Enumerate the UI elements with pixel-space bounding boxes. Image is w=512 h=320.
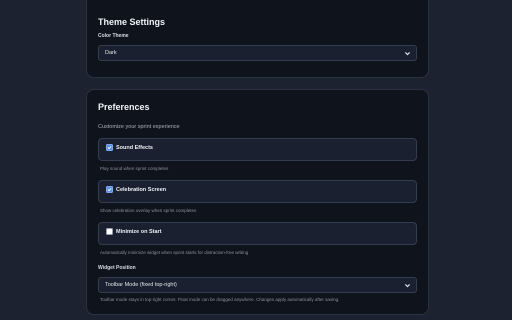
checkmark-icon: [107, 146, 112, 150]
chevron-down-icon: [405, 284, 410, 288]
sound-effects-option[interactable]: Sound Effects: [98, 138, 417, 161]
color-theme-select[interactable]: Dark: [98, 45, 417, 61]
theme-settings-title: Theme Settings: [98, 17, 166, 27]
preferences-title: Preferences: [98, 102, 150, 112]
minimize-on-start-help: Automatically minimize widget when sprin…: [100, 250, 249, 255]
celebration-screen-checkbox[interactable]: [106, 186, 113, 193]
sound-effects-label: Sound Effects: [116, 145, 153, 151]
chevron-down-icon: [405, 52, 410, 56]
celebration-screen-option[interactable]: Celebration Screen: [98, 180, 417, 203]
minimize-on-start-checkbox[interactable]: [106, 228, 113, 235]
minimize-on-start-label: Minimize on Start: [116, 229, 162, 235]
theme-settings-card: Theme Settings Color Theme Dark: [86, 0, 429, 78]
minimize-on-start-option[interactable]: Minimize on Start: [98, 222, 417, 245]
celebration-screen-help: Show celebration overlay when sprint com…: [100, 208, 197, 213]
checkmark-icon: [107, 188, 112, 192]
widget-position-help: Toolbar mode stays in top-right corner, …: [100, 297, 340, 302]
sound-effects-checkbox[interactable]: [106, 144, 113, 151]
widget-position-select[interactable]: Toolbar Mode (fixed top-right): [98, 277, 417, 293]
celebration-screen-label: Celebration Screen: [116, 187, 167, 193]
color-theme-value: Dark: [105, 50, 117, 56]
preferences-card: Preferences Customize your sprint experi…: [86, 89, 429, 315]
widget-position-label: Widget Position: [98, 265, 136, 271]
color-theme-label: Color Theme: [98, 33, 129, 39]
sound-effects-help: Play sound when sprint completes: [100, 166, 169, 171]
widget-position-value: Toolbar Mode (fixed top-right): [105, 282, 177, 288]
preferences-subtitle: Customize your sprint experience: [98, 124, 180, 130]
